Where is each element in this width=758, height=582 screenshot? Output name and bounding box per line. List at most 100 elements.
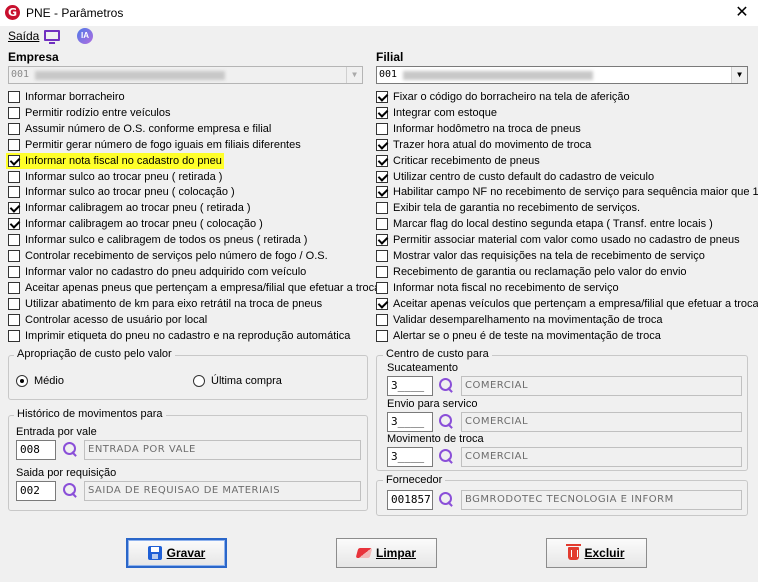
filial-option-checkbox[interactable]	[376, 281, 388, 294]
search-icon[interactable]	[61, 482, 79, 500]
filial-option-checkbox[interactable]	[376, 297, 388, 310]
search-icon[interactable]	[437, 448, 455, 466]
fornecedor-desc: BGMRODOTEC TECNOLOGIA E INFORM	[461, 490, 742, 510]
fornecedor-code-input[interactable]: 001857	[387, 490, 433, 510]
excluir-button[interactable]: Excluir	[546, 538, 647, 568]
filial-option-checkbox[interactable]	[376, 138, 388, 151]
filial-option-checkbox[interactable]	[376, 329, 388, 342]
filial-option-row[interactable]: Aceitar apenas veículos que pertençam a …	[376, 296, 758, 312]
filial-option-checkbox[interactable]	[376, 313, 388, 326]
filial-option-checkbox[interactable]	[376, 218, 388, 231]
empresa-option-checkbox[interactable]	[8, 91, 20, 103]
empresa-option-row[interactable]: Informar nota fiscal no cadastro do pneu	[6, 152, 224, 169]
filial-option-row[interactable]: Criticar recebimento de pneus	[376, 153, 540, 169]
filial-option-checkbox[interactable]	[376, 170, 388, 183]
empresa-option-row[interactable]: Informar sulco e calibragem de todos os …	[8, 232, 307, 248]
search-icon[interactable]	[437, 377, 455, 395]
filial-option-row[interactable]: Integrar com estoque	[376, 105, 497, 121]
envio-code-input[interactable]: 3____	[387, 412, 433, 432]
empresa-option-checkbox[interactable]	[8, 138, 20, 151]
empresa-option-checkbox[interactable]	[8, 218, 20, 231]
empresa-option-row[interactable]: Imprimir etiqueta do pneu no cadastro e …	[8, 328, 350, 344]
empresa-option-checkbox[interactable]	[8, 234, 20, 247]
saida-code-input[interactable]: 002	[16, 481, 56, 501]
filial-option-label: Habilitar campo NF no recebimento de ser…	[393, 186, 758, 199]
filial-option-checkbox[interactable]	[376, 91, 388, 103]
filial-option-checkbox[interactable]	[376, 265, 388, 278]
filial-option-row[interactable]: Validar desemparelhamento na movimentaçã…	[376, 312, 662, 328]
empresa-option-label: Aceitar apenas pneus que pertençam a emp…	[25, 281, 381, 294]
centro-custo-title: Centro de custo para	[383, 348, 492, 360]
filial-option-checkbox[interactable]	[376, 202, 388, 215]
filial-option-row[interactable]: Alertar se o pneu é de teste na moviment…	[376, 328, 661, 344]
empresa-option-checkbox[interactable]	[8, 297, 20, 310]
empresa-option-checkbox[interactable]	[8, 154, 20, 167]
empresa-option-row[interactable]: Assumir número de O.S. conforme empresa …	[8, 121, 271, 137]
empresa-option-row[interactable]: Informar calibragem ao trocar pneu ( ret…	[8, 200, 251, 216]
empresa-option-row[interactable]: Permitir rodízio entre veículos	[8, 105, 171, 121]
search-icon[interactable]	[437, 491, 455, 509]
empresa-option-row[interactable]: Informar valor no cadastro do pneu adqui…	[8, 264, 306, 280]
limpar-button[interactable]: Limpar	[336, 538, 437, 568]
filial-option-row[interactable]: Fixar o código do borracheiro na tela de…	[376, 89, 630, 105]
radio-medio-label: Médio	[34, 375, 64, 387]
menu-saida-label: Saída	[8, 29, 40, 43]
empresa-option-row[interactable]: Controlar acesso de usuário por local	[8, 312, 207, 328]
empresa-option-row[interactable]: Controlar recebimento de serviços pelo n…	[8, 248, 328, 264]
empresa-option-checkbox[interactable]	[8, 202, 20, 215]
empresa-option-row[interactable]: Informar sulco ao trocar pneu ( retirada…	[8, 169, 222, 185]
filial-combo[interactable]: 001 ▼	[376, 66, 748, 84]
limpar-label: Limpar	[375, 546, 416, 560]
empresa-option-checkbox[interactable]	[8, 170, 20, 183]
app-logo-icon: G	[5, 5, 20, 20]
ia-icon[interactable]: IA	[77, 28, 93, 44]
menu-saida[interactable]: Saída	[8, 29, 39, 43]
filial-option-row[interactable]: Exibir tela de garantia no recebimento d…	[376, 200, 640, 216]
empresa-option-row[interactable]: Permitir gerar número de fogo iguais em …	[8, 137, 301, 153]
empresa-option-row[interactable]: Informar sulco ao trocar pneu ( colocaçã…	[8, 184, 235, 200]
filial-option-row[interactable]: Mostrar valor das requisições na tela de…	[376, 248, 705, 264]
empresa-option-checkbox[interactable]	[8, 122, 20, 135]
filial-option-row[interactable]: Informar nota fiscal no recebimento de s…	[376, 280, 619, 296]
entrada-code-input[interactable]: 008	[16, 440, 56, 460]
filial-option-row[interactable]: Informar hodômetro na troca de pneus	[376, 121, 581, 137]
trash-icon	[566, 543, 582, 560]
filial-option-checkbox[interactable]	[376, 186, 388, 199]
empresa-option-checkbox[interactable]	[8, 250, 20, 262]
empresa-option-checkbox[interactable]	[8, 281, 20, 294]
radio-ultima-compra[interactable]	[193, 375, 205, 387]
filial-option-row[interactable]: Marcar flag do local destino segunda eta…	[376, 216, 713, 232]
filial-option-label: Informar hodômetro na troca de pneus	[393, 122, 581, 135]
empresa-option-row[interactable]: Utilizar abatimento de km para eixo retr…	[8, 296, 322, 312]
filial-option-checkbox[interactable]	[376, 122, 388, 135]
empresa-option-row[interactable]: Aceitar apenas pneus que pertençam a emp…	[8, 280, 380, 296]
empresa-option-checkbox[interactable]	[8, 313, 20, 326]
gravar-button[interactable]: Gravar	[126, 538, 227, 568]
chevron-down-icon[interactable]: ▼	[731, 67, 747, 83]
filial-option-row[interactable]: Permitir associar material com valor com…	[376, 232, 740, 248]
filial-option-row[interactable]: Utilizar centro de custo default do cada…	[376, 169, 654, 185]
empresa-option-label: Permitir rodízio entre veículos	[25, 106, 171, 119]
search-icon[interactable]	[437, 413, 455, 431]
filial-option-checkbox[interactable]	[376, 250, 388, 262]
window-title: PNE - Parâmetros	[26, 6, 124, 20]
filial-option-row[interactable]: Habilitar campo NF no recebimento de ser…	[376, 184, 758, 200]
empresa-option-checkbox[interactable]	[8, 329, 20, 342]
monitor-icon[interactable]	[44, 30, 60, 44]
empresa-option-checkbox[interactable]	[8, 186, 20, 199]
search-icon[interactable]	[61, 441, 79, 459]
filial-option-checkbox[interactable]	[376, 234, 388, 247]
filial-option-row[interactable]: Recebimento de garantia ou reclamação pe…	[376, 264, 687, 280]
sucateamento-code-input[interactable]: 3____	[387, 376, 433, 396]
radio-medio[interactable]	[16, 375, 28, 387]
empresa-option-checkbox[interactable]	[8, 265, 20, 278]
empresa-option-row[interactable]: Informar calibragem ao trocar pneu ( col…	[8, 216, 263, 232]
movimento-code-input[interactable]: 3____	[387, 447, 433, 467]
filial-option-checkbox[interactable]	[376, 106, 388, 119]
filial-option-checkbox[interactable]	[376, 154, 388, 167]
empresa-option-row[interactable]: Informar borracheiro	[8, 89, 125, 105]
envio-label: Envio para servico	[387, 398, 478, 410]
filial-option-row[interactable]: Trazer hora atual do movimento de troca	[376, 137, 591, 153]
empresa-option-checkbox[interactable]	[8, 106, 20, 119]
close-icon[interactable]: ✕	[733, 3, 751, 21]
